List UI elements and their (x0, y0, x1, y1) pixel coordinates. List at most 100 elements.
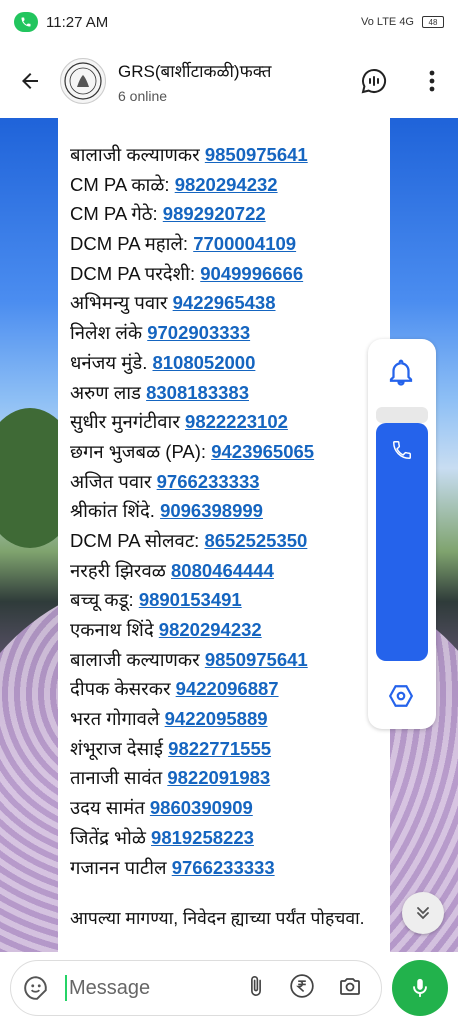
network-label: Vo LTE 4G (361, 16, 414, 28)
phone-link[interactable]: 9850975641 (205, 144, 308, 165)
phone-link[interactable]: 9820294232 (175, 174, 278, 195)
contact-row: अभिमन्यु पवार 9422965438 (70, 288, 386, 318)
contact-row: सुधीर मुनगंटीवार 9822223102 (70, 407, 386, 437)
contact-name: अभिमन्यु पवार (70, 292, 173, 314)
status-bar: 11:27 AM Vo LTE 4G 48 (0, 0, 458, 44)
contact-name: CM PA काळे: (70, 173, 175, 195)
contact-row: नरहरी झिरवळ 8080464444 (70, 556, 386, 586)
contact-row: दीपक केसरकर 9422096887 (70, 674, 386, 704)
contact-row: DCM PA सोलवट: 8652525350 (70, 526, 386, 556)
contact-name: भरत गोगावले (70, 708, 165, 730)
contact-name: सुधीर मुनगंटीवार (70, 411, 186, 433)
floating-side-panel (368, 339, 436, 729)
phone-link[interactable]: 9423965065 (211, 441, 314, 462)
bell-icon[interactable] (386, 357, 416, 392)
contact-name: अरुण लाड (70, 381, 147, 403)
phone-link[interactable]: 9049996666 (200, 263, 303, 284)
phone-link[interactable]: 9890153491 (139, 589, 242, 610)
contact-name: CM PA गेठे: (70, 203, 163, 225)
contact-name: निलेश लंके (70, 322, 148, 344)
status-time: 11:27 AM (46, 13, 109, 31)
more-options-icon[interactable] (414, 63, 450, 99)
contact-row: जितेंद्र भोळे 9819258223 (70, 823, 386, 853)
phone-link[interactable]: 8308183383 (146, 382, 249, 403)
group-logo[interactable] (60, 58, 106, 104)
phone-link[interactable]: 9422095889 (165, 708, 268, 729)
chat-header: GRS(बार्शीटाकळी)फक्त 6 online (0, 44, 458, 118)
contact-row: बालाजी कल्याणकर 9850975641 (70, 645, 386, 675)
back-arrow-icon[interactable] (0, 44, 60, 118)
phone-icon (391, 439, 413, 466)
phone-link[interactable]: 9819258223 (151, 827, 254, 848)
contact-name: DCM PA महाले: (70, 233, 194, 255)
contact-row: अरुण लाड 8308183383 (70, 378, 386, 408)
hexagon-icon[interactable] (388, 683, 414, 714)
contact-list: बालाजी कल्याणकर 9850975641 CM PA काळे: 98… (70, 140, 386, 882)
phone-link[interactable]: 9766233333 (172, 857, 275, 878)
contact-name: तानाजी सावंत (70, 767, 168, 789)
contact-name: DCM PA सोलवट: (70, 529, 205, 551)
phone-link[interactable]: 9766233333 (157, 471, 260, 492)
contact-row: शंभूराज देसाई 9822771555 (70, 734, 386, 764)
contact-name: छगन भुजबळ (PA): (70, 440, 212, 462)
contact-row: उदय सामंत 9860390909 (70, 793, 386, 823)
composer-bar (0, 952, 458, 1024)
contact-row: छगन भुजबळ (PA): 9423965065 (70, 437, 386, 467)
contact-name: गजानन पाटील (70, 856, 172, 878)
contact-row: एकनाथ शिंदे 9820294232 (70, 615, 386, 645)
online-count: 6 online (118, 87, 168, 104)
contact-row: DCM PA परदेशी: 9049996666 (70, 259, 386, 289)
group-title[interactable]: GRS(बार्शीटाकळी)फक्त (118, 59, 272, 82)
phone-link[interactable]: 9702903333 (147, 322, 250, 343)
contact-name: बच्चू कडू: (70, 589, 139, 611)
phone-link[interactable]: 9096398999 (160, 500, 263, 521)
contact-row: धनंजय मुंडे. 8108052000 (70, 348, 386, 378)
phone-link[interactable]: 9422965438 (173, 292, 276, 313)
rupee-icon[interactable] (289, 973, 315, 1004)
call-icon[interactable] (14, 12, 38, 32)
contact-name: बालाजी कल्याणकर (70, 648, 205, 670)
contact-name: बालाजी कल्याणकर (70, 144, 205, 165)
double-chevron-down-icon[interactable] (402, 892, 444, 934)
contact-name: अजित पवार (70, 470, 157, 492)
call-shortcut-button[interactable] (376, 423, 428, 661)
contact-row: बालाजी कल्याणकर 9850975641 (70, 140, 386, 170)
phone-link[interactable]: 9422096887 (176, 678, 279, 699)
phone-link[interactable]: 9822223102 (185, 411, 288, 432)
phone-link[interactable]: 8080464444 (171, 560, 274, 581)
panel-divider (376, 407, 428, 423)
contact-row: श्रीकांत शिंदे. 9096398999 (70, 496, 386, 526)
phone-link[interactable]: 9822091983 (167, 767, 270, 788)
attach-icon[interactable] (245, 973, 267, 1004)
contact-name: DCM PA परदेशी: (70, 262, 201, 284)
status-indicators: Vo LTE 4G 48 (361, 16, 444, 28)
message-input[interactable] (69, 976, 219, 1000)
message-bubble[interactable]: बालाजी कल्याणकर 9850975641 CM PA काळे: 98… (58, 118, 390, 952)
phone-link[interactable]: 8652525350 (204, 530, 307, 551)
message-composer (10, 960, 382, 1016)
sticker-icon[interactable] (11, 960, 61, 1016)
contact-row: तानाजी सावंत 9822091983 (70, 763, 386, 793)
phone-link[interactable]: 9892920722 (163, 203, 266, 224)
contact-row: भरत गोगावले 9422095889 (70, 704, 386, 734)
contact-row: बच्चू कडू: 9890153491 (70, 585, 386, 615)
contact-row: गजानन पाटील 9766233333 (70, 853, 386, 883)
phone-link[interactable]: 9822771555 (168, 738, 271, 759)
contact-row: CM PA गेठे: 9892920722 (70, 199, 386, 229)
phone-link[interactable]: 9860390909 (150, 797, 253, 818)
contact-name: नरहरी झिरवळ (70, 559, 171, 581)
battery-icon: 48 (422, 16, 444, 28)
contact-row: अजित पवार 9766233333 (70, 467, 386, 497)
phone-link[interactable]: 8108052000 (152, 352, 255, 373)
message-footer-text: आपल्या मागण्या, निवेदन ह्याच्या पर्यंत प… (70, 908, 365, 928)
contact-name: शंभूराज देसाई (70, 737, 169, 759)
mic-icon[interactable] (392, 960, 448, 1016)
contact-name: धनंजय मुंडे. (70, 351, 153, 373)
phone-link[interactable]: 7700004109 (193, 233, 296, 254)
camera-icon[interactable] (337, 974, 363, 1003)
voice-chat-icon[interactable] (356, 63, 392, 99)
contact-row: DCM PA महाले: 7700004109 (70, 229, 386, 259)
phone-link[interactable]: 9850975641 (205, 649, 308, 670)
contact-name: श्रीकांत शिंदे. (70, 500, 161, 522)
phone-link[interactable]: 9820294232 (159, 619, 262, 640)
